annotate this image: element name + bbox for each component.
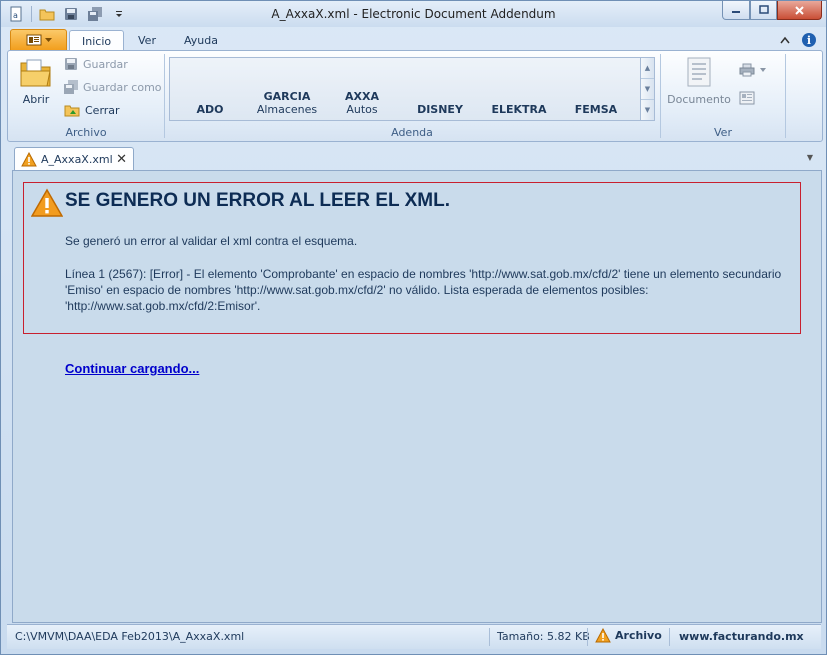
- close-file-button[interactable]: Cerrar: [64, 103, 120, 117]
- error-title: SE GENERO UN ERROR AL LEER EL XML.: [65, 190, 450, 211]
- warning-icon: [595, 628, 611, 643]
- continue-loading-link[interactable]: Continuar cargando...: [65, 361, 199, 376]
- addenda-subtitle: Autos: [346, 103, 378, 116]
- addenda-item-femsa[interactable]: FEMSA: [568, 103, 624, 116]
- addenda-title: FEMSA: [574, 103, 618, 116]
- open-label: Abrir: [22, 93, 50, 106]
- file-size: Tamaño: 5.82 KB: [497, 630, 590, 643]
- status-separator: [587, 628, 588, 646]
- adenda-group-label: Adenda: [391, 126, 433, 139]
- save-button[interactable]: Guardar: [64, 57, 128, 71]
- addenda-subtitle: Almacenes: [256, 103, 318, 116]
- print-preview-icon: [739, 91, 755, 105]
- close-window-button[interactable]: [777, 1, 822, 20]
- window-controls: [722, 1, 822, 20]
- ribbon-right-controls: i: [780, 33, 816, 47]
- chevron-down-icon: [760, 68, 766, 72]
- error-description: Se generó un error al validar el xml con…: [65, 234, 358, 248]
- addenda-item-disney[interactable]: DISNEY: [410, 103, 470, 116]
- file-path: C:\VMVM\DAA\EDA Feb2013\A_AxxaX.xml: [15, 630, 245, 643]
- print-button[interactable]: [739, 63, 766, 77]
- ver-group-label: Ver: [714, 126, 732, 139]
- app-menu-icon: [26, 34, 41, 46]
- maximize-icon: [758, 5, 769, 14]
- status-separator: [669, 628, 670, 646]
- gallery-expand-icon[interactable]: ▼: [641, 100, 654, 120]
- document-tab-label: A_AxxaX.xml: [41, 153, 113, 166]
- window-title: A_AxxaX.xml - Electronic Document Addend…: [271, 7, 556, 21]
- group-separator: [785, 54, 786, 138]
- archivo-status[interactable]: Archivo: [595, 628, 662, 643]
- print-icon: [739, 63, 755, 77]
- tab-ver[interactable]: Ver: [126, 30, 168, 51]
- open-button[interactable]: Abrir: [16, 57, 56, 106]
- save-as-button[interactable]: Guardar como: [64, 80, 162, 94]
- error-panel: SE GENERO UN ERROR AL LEER EL XML. Se ge…: [23, 182, 801, 334]
- chevron-down-icon: [44, 37, 52, 42]
- print-preview-button[interactable]: [739, 91, 755, 105]
- website-link[interactable]: www.facturando.mx: [679, 630, 804, 643]
- addenda-item-garcia[interactable]: GARCIA Almacenes: [252, 90, 322, 116]
- document-tab-strip: A_AxxaX.xml ✕ ▼: [7, 143, 821, 171]
- document-icon: [687, 57, 711, 87]
- ver-group: Documento Ver: [661, 51, 785, 141]
- document-tab[interactable]: A_AxxaX.xml ✕: [14, 147, 134, 171]
- minimize-button[interactable]: [722, 1, 750, 20]
- save-label: Guardar: [83, 57, 128, 71]
- status-bar: C:\VMVM\DAA\EDA Feb2013\A_AxxaX.xml Tama…: [7, 624, 821, 649]
- addenda-title: DISNEY: [417, 103, 463, 116]
- close-tab-icon[interactable]: ✕: [116, 152, 127, 167]
- title-bar: a A_AxxaX.xml - Electronic Document Adde…: [1, 1, 826, 27]
- document-content: SE GENERO UN ERROR AL LEER EL XML. Se ge…: [12, 170, 822, 623]
- save-small-icon: [65, 58, 77, 70]
- ribbon-panel: Abrir Guardar Guardar como Cerrar Archiv…: [7, 50, 823, 142]
- tab-list-chevron-icon[interactable]: ▼: [807, 153, 813, 162]
- warning-icon: [21, 152, 37, 167]
- save-as-label: Guardar como: [83, 80, 162, 94]
- tab-inicio[interactable]: Inicio: [69, 30, 125, 51]
- gallery-scroll: ▲ ▼ ▼: [640, 57, 655, 121]
- close-folder-icon: [64, 105, 80, 117]
- addenda-gallery: ADO GARCIA Almacenes AXXA Autos DISNEY E…: [169, 57, 641, 121]
- archivo-status-label: Archivo: [615, 629, 662, 642]
- minimize-ribbon-icon[interactable]: [780, 36, 790, 44]
- archivo-group: Abrir Guardar Guardar como Cerrar Archiv…: [8, 51, 164, 141]
- ribbon-tab-row: Inicio Ver Ayuda i: [1, 27, 826, 51]
- addenda-title: ADO: [196, 103, 224, 116]
- addenda-title: AXXA: [345, 90, 379, 103]
- info-icon[interactable]: i: [802, 33, 816, 47]
- addenda-title: GARCIA: [263, 90, 311, 103]
- addenda-item-axxa[interactable]: AXXA Autos: [334, 90, 390, 116]
- app-window: a A_AxxaX.xml - Electronic Document Adde…: [0, 0, 827, 655]
- tab-ayuda[interactable]: Ayuda: [172, 30, 230, 51]
- document-view-button[interactable]: Documento: [667, 57, 731, 106]
- save-as-icon: [64, 80, 78, 94]
- document-label: Documento: [667, 93, 731, 106]
- status-separator: [489, 628, 490, 646]
- application-menu-button[interactable]: [10, 29, 67, 51]
- gallery-scroll-down-icon[interactable]: ▼: [641, 79, 654, 100]
- close-file-label: Cerrar: [85, 103, 120, 117]
- close-icon: [795, 5, 804, 15]
- gallery-scroll-up-icon[interactable]: ▲: [641, 58, 654, 79]
- addenda-item-elektra[interactable]: ELEKTRA: [486, 103, 552, 116]
- addenda-item-ado[interactable]: ADO: [188, 103, 232, 116]
- addenda-title: ELEKTRA: [491, 103, 547, 116]
- minimize-icon: [732, 11, 740, 13]
- open-folder-large-icon: [20, 59, 51, 87]
- warning-large-icon: [31, 188, 63, 217]
- maximize-button[interactable]: [750, 1, 777, 20]
- error-detail: Línea 1 (2567): [Error] - El elemento 'C…: [65, 267, 782, 313]
- archivo-group-label: Archivo: [65, 126, 107, 139]
